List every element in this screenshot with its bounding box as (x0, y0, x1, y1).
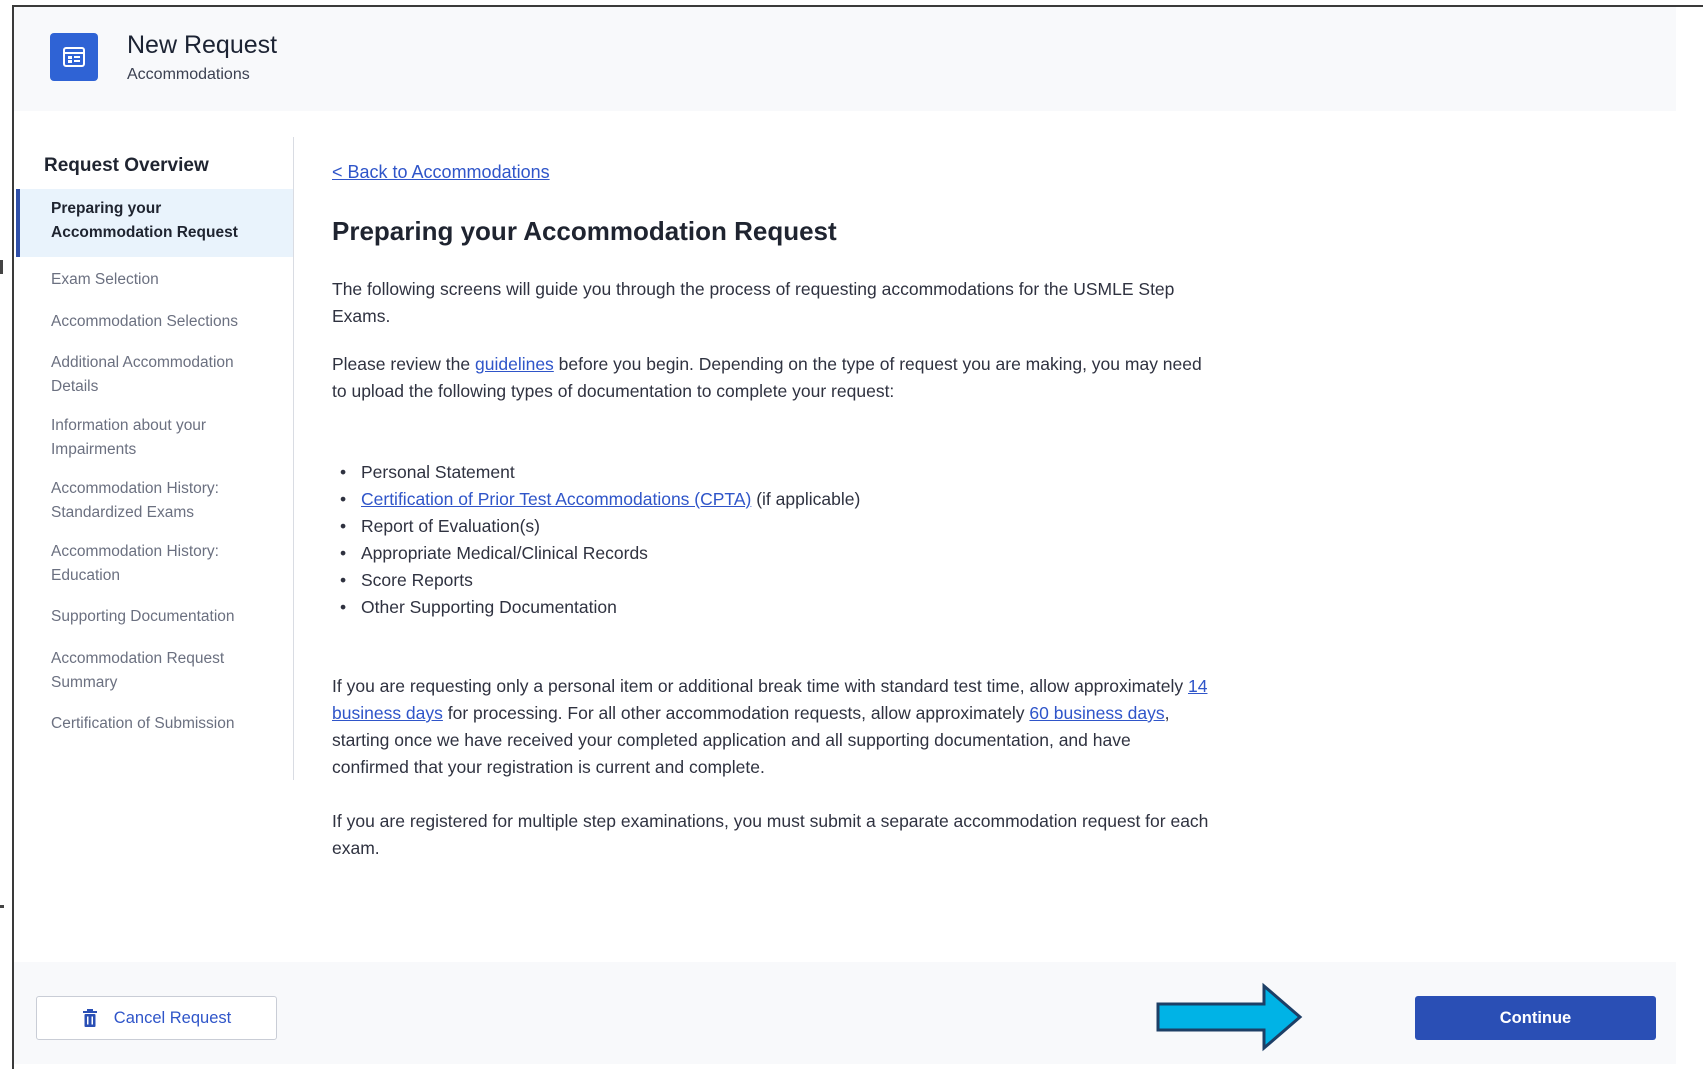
sidebar-item-impairments[interactable]: Information about your Impairments (16, 414, 293, 462)
processing-time-text: If you are requesting only a personal it… (332, 676, 1208, 777)
sidebar-item-preparing-request[interactable]: Preparing your Accommodation Request (16, 189, 293, 257)
sidebar-item-history-education[interactable]: Accommodation History: Education (16, 540, 293, 588)
sidebar-item-additional-details[interactable]: Additional Accommodation Details (16, 351, 293, 399)
cpta-link[interactable]: Certification of Prior Test Accommodatio… (361, 489, 751, 509)
sidebar-nav: Preparing your Accommodation Request Exa… (16, 189, 293, 736)
list-item: Report of Evaluation(s) (332, 513, 860, 540)
list-item: Certification of Prior Test Accommodatio… (332, 486, 860, 513)
sidebar-item-history-standardized-exams[interactable]: Accommodation History: Standardized Exam… (16, 477, 293, 525)
guidelines-link[interactable]: guidelines (475, 354, 554, 374)
content-title: Preparing your Accommodation Request (332, 216, 837, 246)
calendar-icon (50, 33, 98, 81)
review-text: Please review the guidelines before you … (332, 354, 1202, 401)
cancel-request-button[interactable]: Cancel Request (36, 996, 277, 1040)
sidebar-item-accommodation-selections[interactable]: Accommodation Selections (16, 310, 293, 334)
arrow-right-icon (1156, 982, 1303, 1052)
page-header: New Request Accommodations (14, 7, 1676, 111)
documentation-list: Personal Statement Certification of Prio… (332, 459, 860, 621)
list-item: Appropriate Medical/Clinical Records (332, 540, 860, 567)
continue-button[interactable]: Continue (1415, 996, 1656, 1040)
sidebar-item-exam-selection[interactable]: Exam Selection (16, 268, 293, 292)
list-item: Other Supporting Documentation (332, 594, 860, 621)
app-window: New Request Accommodations Request Overv… (12, 5, 1703, 1069)
page-subtitle: Accommodations (127, 66, 250, 83)
sidebar-item-certification[interactable]: Certification of Submission (16, 712, 293, 736)
request-overview-sidebar: Request Overview Preparing your Accommod… (16, 137, 294, 780)
sidebar-item-request-summary[interactable]: Accommodation Request Summary (16, 647, 293, 695)
cancel-request-label: Cancel Request (113, 1008, 232, 1027)
list-item: Personal Statement (332, 459, 860, 486)
multiple-exams-text: If you are registered for multiple step … (332, 811, 1209, 858)
sidebar-item-supporting-documentation[interactable]: Supporting Documentation (16, 605, 293, 629)
page-footer: Cancel Request Continue (14, 962, 1676, 1064)
intro-text: The following screens will guide you thr… (332, 279, 1175, 326)
edge-mark (0, 905, 4, 908)
edge-mark (0, 260, 3, 274)
60-business-days-link[interactable]: 60 business days (1029, 703, 1164, 723)
list-item: Score Reports (332, 567, 860, 594)
back-to-accommodations-link[interactable]: < Back to Accommodations (332, 162, 550, 183)
trash-icon (82, 1009, 98, 1027)
page-title: New Request (127, 31, 278, 59)
sidebar-title: Request Overview (44, 155, 209, 176)
